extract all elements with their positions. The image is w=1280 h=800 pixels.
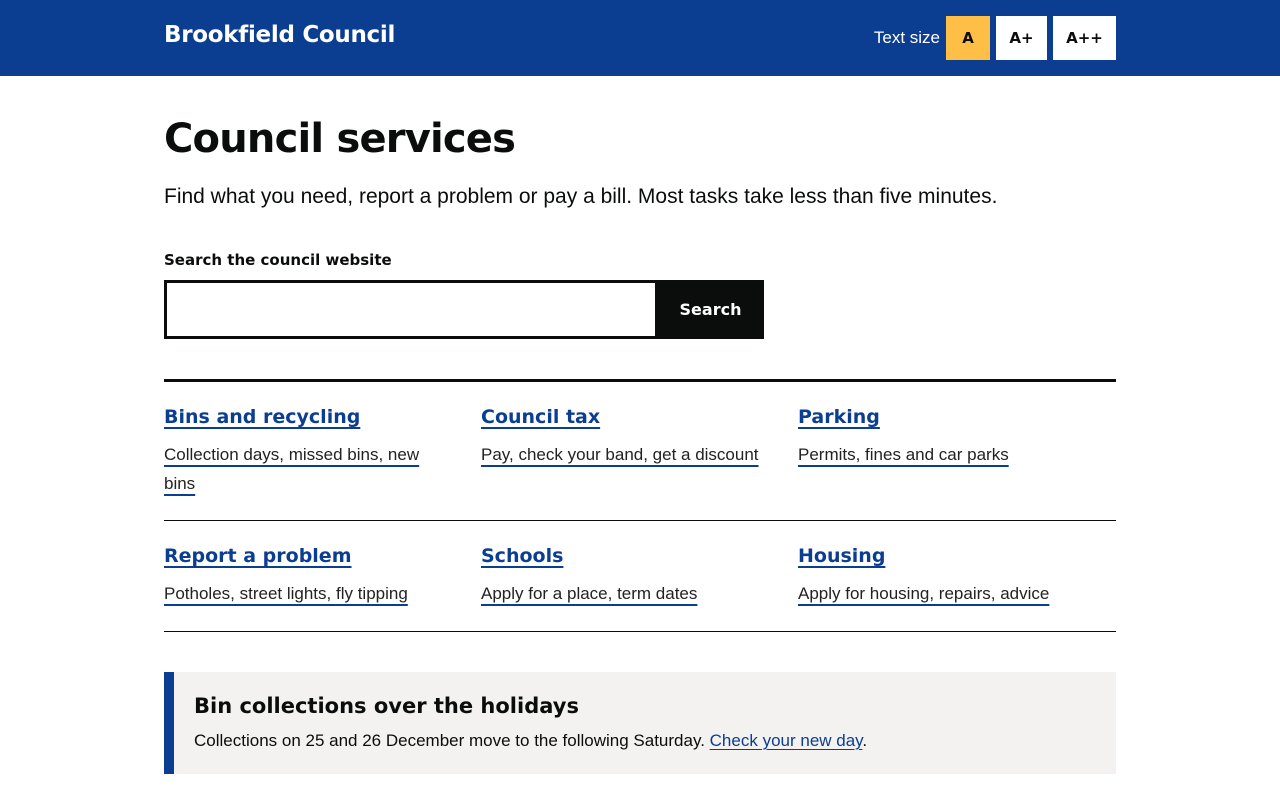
notice-period: . [862, 731, 868, 750]
services-row-divider [164, 520, 1116, 521]
text-size-label: Text size [873, 28, 940, 47]
check-new-day-link[interactable]: Check your new day [710, 731, 863, 750]
lead-paragraph: Find what you need, report a problem or … [164, 185, 998, 208]
service-bins-and-recycling: Bins and recycling Collection days, miss… [164, 406, 454, 498]
text-size-a-plus-plus-button[interactable]: A++ [1053, 16, 1116, 60]
service-title-link[interactable]: Bins and recycling [164, 406, 360, 428]
notice-title: Bin collections over the holidays [194, 694, 579, 718]
site-brand-link[interactable]: Brookfield Council [164, 22, 395, 48]
service-housing: Housing Apply for housing, repairs, advi… [798, 545, 1088, 608]
service-description-link[interactable]: Apply for a place, term dates [481, 579, 771, 608]
service-description-link[interactable]: Collection days, missed bins, new bins [164, 440, 454, 498]
notice-text: Collections on 25 and 26 December move t… [194, 731, 705, 750]
service-description-link[interactable]: Apply for housing, repairs, advice [798, 579, 1088, 608]
holiday-notice: Bin collections over the holidays Collec… [164, 672, 1116, 774]
service-title-link[interactable]: Schools [481, 545, 563, 567]
service-description-link[interactable]: Pay, check your band, get a discount [481, 440, 771, 469]
service-report-a-problem: Report a problem Potholes, street lights… [164, 545, 454, 608]
service-title-link[interactable]: Council tax [481, 406, 600, 428]
search-input[interactable] [164, 280, 658, 339]
service-title-link[interactable]: Housing [798, 545, 885, 567]
services-bottom-divider [164, 631, 1116, 632]
search-label: Search the council website [164, 251, 392, 269]
service-title-link[interactable]: Report a problem [164, 545, 352, 567]
service-title-link[interactable]: Parking [798, 406, 880, 428]
text-size-a-plus-button[interactable]: A+ [996, 16, 1047, 60]
service-parking: Parking Permits, fines and car parks [798, 406, 1088, 469]
service-description-link[interactable]: Permits, fines and car parks [798, 440, 1088, 469]
services-top-divider [164, 379, 1116, 382]
text-size-a-button[interactable]: A [946, 16, 990, 60]
service-council-tax: Council tax Pay, check your band, get a … [481, 406, 771, 469]
notice-body: Collections on 25 and 26 December move t… [194, 731, 867, 751]
service-schools: Schools Apply for a place, term dates [481, 545, 771, 608]
search-button[interactable]: Search [657, 280, 764, 339]
page-title: Council services [164, 116, 516, 162]
text-size-controls: Text size A A+ A++ [874, 16, 1116, 60]
site-header: Brookfield Council Text size A A+ A++ [0, 0, 1280, 76]
service-description-link[interactable]: Potholes, street lights, fly tipping [164, 579, 454, 608]
